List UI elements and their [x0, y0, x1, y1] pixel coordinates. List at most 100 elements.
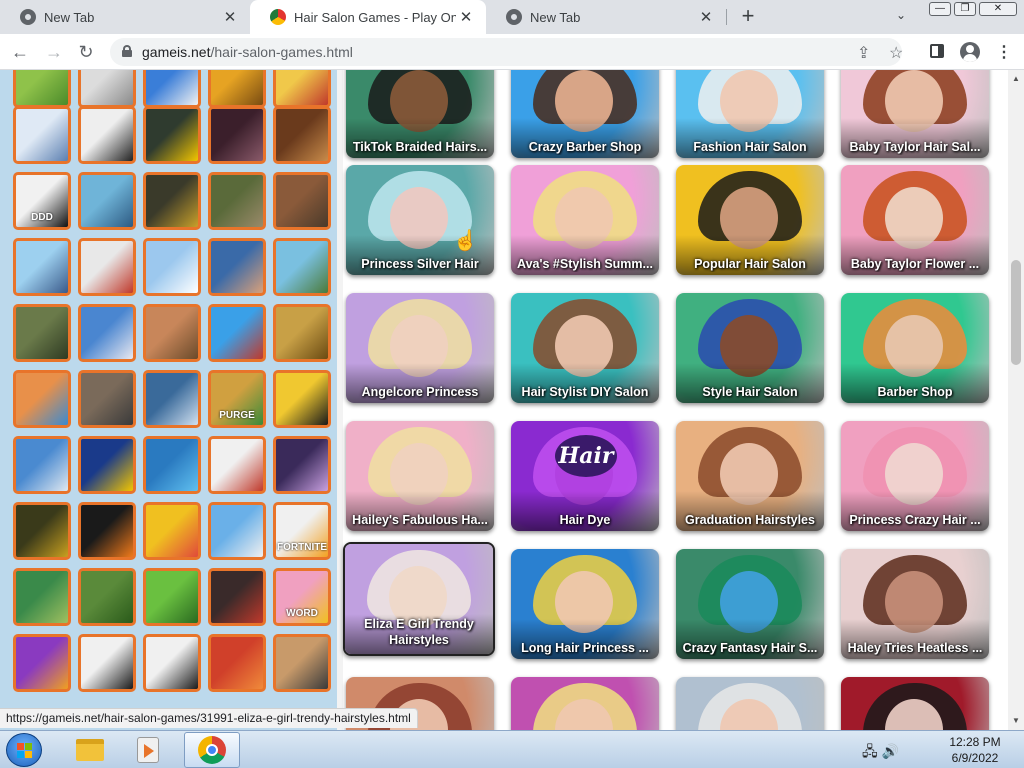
game-card[interactable]: Eliza E Girl Trendy Hairstyles — [343, 542, 495, 656]
game-card[interactable]: Barber Shop — [841, 293, 989, 403]
sidebar-game-tile[interactable] — [208, 106, 266, 164]
sidebar-game-tile[interactable] — [78, 172, 136, 230]
sidebar-game-tile[interactable] — [143, 238, 201, 296]
game-card[interactable]: Crazy Barber Shop — [511, 70, 659, 158]
game-card[interactable]: Princess Crazy Hair ... — [841, 421, 989, 531]
game-card[interactable]: Baby Taylor Hair Sal... — [841, 70, 989, 158]
vertical-scrollbar[interactable]: ▲ ▼ — [1008, 70, 1024, 730]
bookmark-star-icon[interactable]: ☆ — [889, 43, 903, 63]
game-card[interactable]: Baby Taylor Flower ... — [841, 165, 989, 275]
sidebar-game-tile[interactable] — [273, 436, 331, 494]
tab-close-icon[interactable]: ✕ — [456, 7, 476, 27]
lock-icon[interactable] — [122, 45, 132, 57]
close-window-button[interactable]: ✕ — [979, 2, 1017, 16]
game-card[interactable]: Crazy Fantasy Hair S... — [676, 549, 824, 659]
game-card[interactable]: Hair Hair Dye — [511, 421, 659, 531]
game-card[interactable]: Long Hair Princess ... — [511, 549, 659, 659]
back-button[interactable]: ← — [8, 40, 32, 64]
sidebar-game-tile[interactable] — [208, 568, 266, 626]
sidebar-game-tile[interactable] — [78, 304, 136, 362]
sidebar-game-tile[interactable] — [13, 106, 71, 164]
sidebar-game-tile[interactable] — [273, 238, 331, 296]
game-card[interactable]: TikTok Braided Hairs... — [346, 70, 494, 158]
sidebar-game-tile[interactable] — [143, 634, 201, 692]
game-card[interactable]: Hailey's Fabulous Ha... — [346, 421, 494, 531]
sidebar-game-tile[interactable] — [143, 436, 201, 494]
game-card[interactable] — [676, 677, 824, 730]
sidebar-game-tile[interactable] — [208, 634, 266, 692]
sidebar-game-tile[interactable] — [143, 370, 201, 428]
sidebar-game-tile[interactable] — [208, 70, 266, 108]
address-bar[interactable]: gameis.net/hair-salon-games.html ⇪ ☆ — [110, 38, 903, 66]
game-card[interactable]: Fashion Hair Salon — [676, 70, 824, 158]
sidebar-game-tile[interactable] — [208, 238, 266, 296]
sidebar-game-tile[interactable] — [78, 634, 136, 692]
sidebar-game-tile[interactable]: WORD — [273, 568, 331, 626]
sidebar-game-tile[interactable] — [273, 106, 331, 164]
sidebar-game-tile[interactable]: FORTNITE — [273, 502, 331, 560]
taskbar-media-player[interactable] — [120, 732, 176, 768]
taskbar-chrome[interactable] — [184, 732, 240, 768]
system-tray-icons[interactable]: 🖧 🔊 — [862, 741, 899, 765]
sidebar-game-tile[interactable] — [208, 436, 266, 494]
scroll-down-arrow-icon[interactable]: ▼ — [1012, 716, 1020, 725]
sidebar-game-tile[interactable] — [143, 502, 201, 560]
taskbar-file-explorer[interactable] — [62, 732, 118, 768]
sidebar-game-tile[interactable] — [13, 568, 71, 626]
sidebar-game-tile[interactable] — [143, 304, 201, 362]
sidebar-game-tile[interactable] — [78, 238, 136, 296]
sidebar-game-tile[interactable] — [13, 634, 71, 692]
sidebar-game-tile[interactable] — [143, 172, 201, 230]
game-card[interactable]: Ava's #Stylish Summ... — [511, 165, 659, 275]
sidebar-game-tile[interactable] — [13, 238, 71, 296]
scroll-up-arrow-icon[interactable]: ▲ — [1012, 74, 1020, 83]
sidebar-game-tile[interactable] — [78, 502, 136, 560]
browser-menu-icon[interactable]: ⋮ — [996, 42, 1012, 62]
sidebar-game-tile[interactable] — [273, 304, 331, 362]
sidebar-game-tile[interactable] — [78, 370, 136, 428]
sidebar-game-tile[interactable] — [273, 70, 331, 108]
game-card[interactable]: Haley Tries Heatless ... — [841, 549, 989, 659]
sidebar-game-tile[interactable] — [208, 502, 266, 560]
sidebar-game-tile[interactable] — [78, 436, 136, 494]
game-card[interactable]: Style Hair Salon — [676, 293, 824, 403]
game-card[interactable]: Hair Stylist DIY Salon — [511, 293, 659, 403]
forward-button[interactable]: → — [42, 40, 66, 64]
tab-close-icon[interactable]: ✕ — [696, 7, 716, 27]
sidebar-game-tile[interactable] — [208, 172, 266, 230]
game-card[interactable]: Popular Hair Salon — [676, 165, 824, 275]
maximize-button[interactable]: ❐ — [954, 2, 976, 16]
sidebar-game-tile[interactable] — [78, 70, 136, 108]
sidebar-game-tile[interactable] — [273, 172, 331, 230]
sidebar-game-tile[interactable] — [143, 106, 201, 164]
minimize-button[interactable]: — — [929, 2, 951, 16]
sidebar-game-tile[interactable] — [208, 304, 266, 362]
reload-button[interactable]: ↻ — [74, 40, 98, 64]
sidebar-game-tile[interactable] — [13, 436, 71, 494]
game-card[interactable] — [511, 677, 659, 730]
tab-search-chevron-icon[interactable]: ⌄ — [896, 8, 906, 22]
url-text[interactable]: gameis.net/hair-salon-games.html — [142, 44, 353, 60]
sidebar-game-tile[interactable] — [13, 370, 71, 428]
sidebar-game-tile[interactable] — [273, 370, 331, 428]
profile-avatar[interactable] — [960, 42, 980, 62]
sidebar-game-tile[interactable] — [78, 106, 136, 164]
side-panel-icon[interactable] — [930, 44, 944, 58]
taskbar-clock[interactable]: 12:28 PM 6/9/2022 — [940, 734, 1010, 766]
sidebar-game-tile[interactable] — [273, 634, 331, 692]
tab-new-tab-2[interactable]: New Tab ✕ — [486, 0, 726, 34]
sidebar-game-tile[interactable] — [13, 304, 71, 362]
start-button[interactable] — [6, 733, 42, 767]
tab-hair-salon-games[interactable]: Hair Salon Games - Play Online ✕ — [250, 0, 486, 34]
game-card[interactable]: Princess Silver Hair — [346, 165, 494, 275]
tab-new-tab-1[interactable]: New Tab ✕ — [0, 0, 250, 34]
new-tab-button[interactable]: + — [737, 5, 759, 28]
game-card[interactable]: Graduation Hairstyles — [676, 421, 824, 531]
sidebar-game-tile[interactable] — [78, 568, 136, 626]
game-card[interactable] — [841, 677, 989, 730]
scrollbar-thumb[interactable] — [1011, 260, 1021, 365]
sidebar-game-tile[interactable] — [13, 502, 71, 560]
share-icon[interactable]: ⇪ — [857, 43, 870, 63]
tab-close-icon[interactable]: ✕ — [220, 7, 240, 27]
game-card[interactable]: Angelcore Princess — [346, 293, 494, 403]
